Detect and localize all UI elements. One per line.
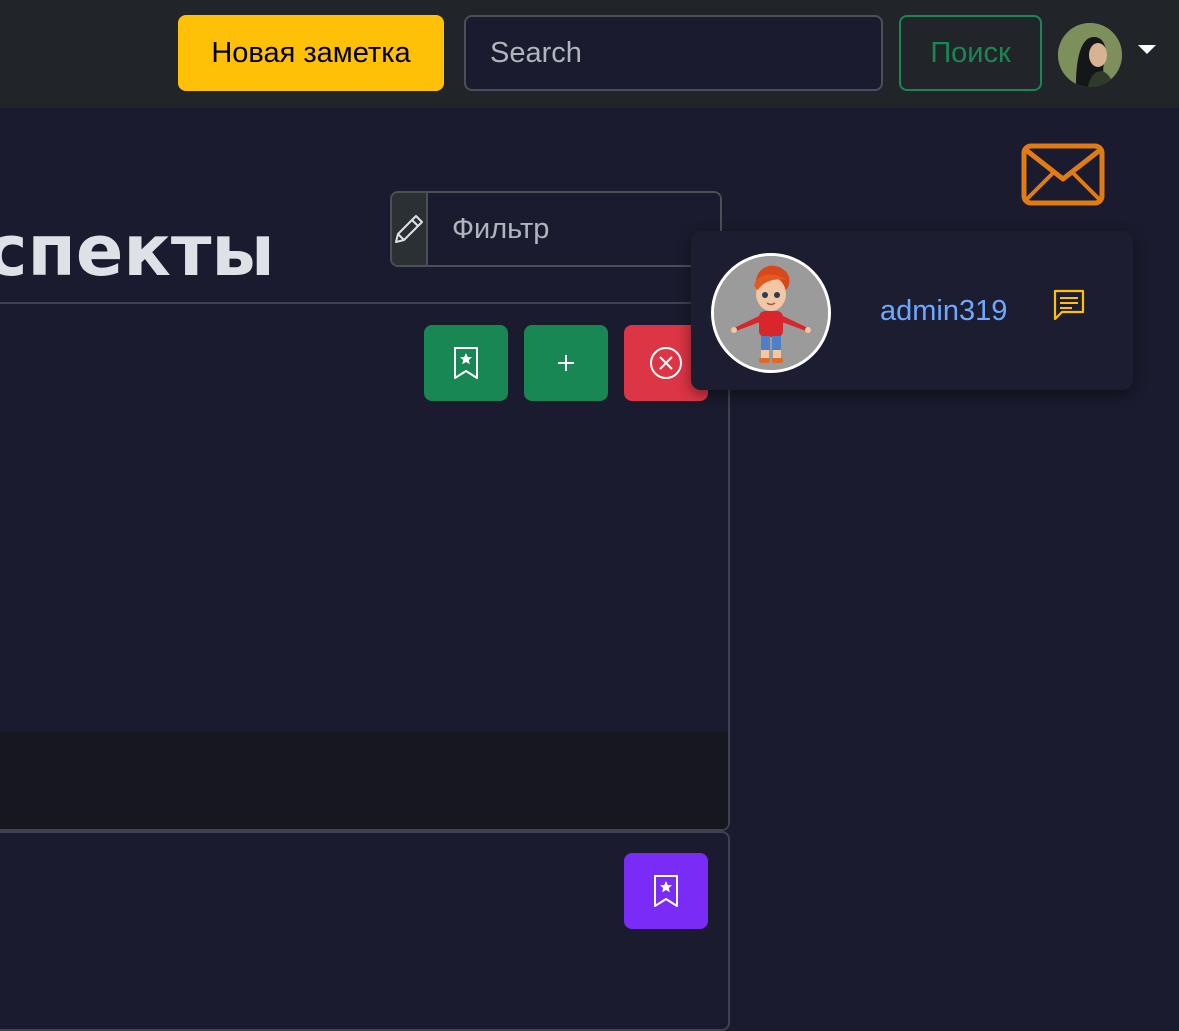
note-card (0, 304, 730, 831)
page-title: спекты (0, 210, 275, 292)
pencil-icon (392, 193, 428, 265)
search-button[interactable]: Поиск (899, 15, 1042, 91)
cartoon-avatar (714, 256, 828, 370)
search-input[interactable] (464, 15, 883, 91)
new-note-button[interactable]: Новая заметка (178, 15, 444, 91)
profile-photo (1058, 23, 1122, 87)
top-navbar: Новая заметка Поиск (0, 0, 1179, 108)
x-circle-icon (650, 347, 682, 379)
caret-down-icon[interactable] (1138, 45, 1156, 54)
username-link[interactable]: admin319 (880, 295, 1007, 328)
profile-avatar[interactable] (1058, 23, 1122, 87)
user-avatar[interactable] (711, 253, 831, 373)
bookmark-star-icon (454, 347, 478, 379)
filter-group (390, 191, 722, 267)
bookmark-button-2[interactable] (624, 853, 708, 929)
plus-icon (558, 355, 574, 371)
filter-input[interactable] (428, 193, 720, 265)
add-button[interactable] (524, 325, 608, 401)
bookmark-star-icon (654, 875, 678, 907)
chat-lines-icon[interactable] (1052, 288, 1086, 322)
envelope-icon[interactable] (1021, 143, 1105, 206)
note-card-2 (0, 831, 730, 1031)
bookmark-button[interactable] (424, 325, 508, 401)
card-footer (0, 732, 728, 829)
